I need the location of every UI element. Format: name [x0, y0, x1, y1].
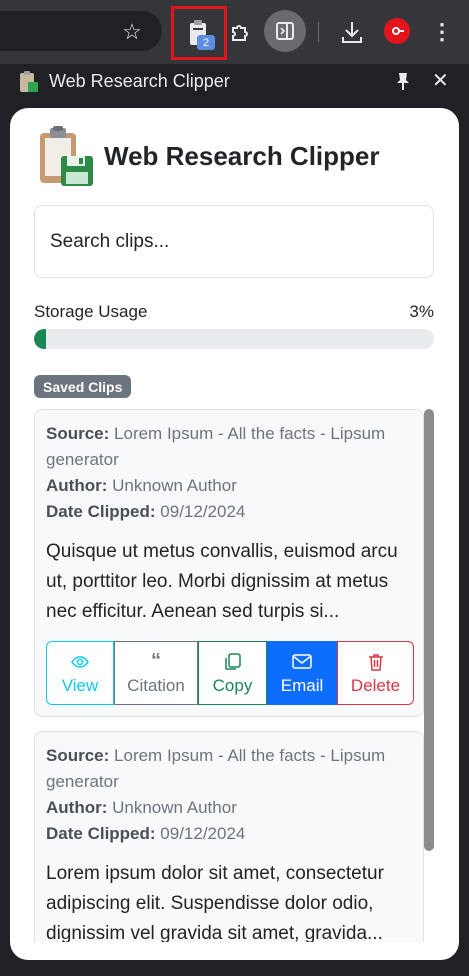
saved-clips-badge: Saved Clips: [34, 375, 132, 398]
source-label: Source:: [46, 424, 110, 443]
profile-avatar-icon[interactable]: [384, 18, 410, 44]
quote-icon: “: [151, 650, 161, 672]
email-label: Email: [280, 675, 324, 695]
view-label: View: [61, 675, 99, 695]
clip-source: Source: Lorem Ipsum - All the facts - Li…: [46, 421, 412, 473]
close-side-panel-icon[interactable]: ✕: [432, 68, 449, 93]
storage-progress-bar: [34, 329, 434, 349]
author-value: Unknown Author: [112, 476, 237, 495]
extension-badge: 2: [197, 35, 215, 50]
more-menu-icon[interactable]: ⋮: [430, 17, 454, 47]
storage-percent: 3%: [409, 302, 434, 321]
clip-date: Date Clipped: 09/12/2024: [46, 821, 412, 847]
toolbar-divider: [318, 22, 319, 42]
storage-label: Storage Usage: [34, 302, 148, 321]
side-panel-toggle-icon[interactable]: [264, 10, 306, 52]
date-label: Date Clipped:: [46, 502, 156, 521]
storage-progress-fill: [34, 329, 46, 349]
delete-button[interactable]: Delete: [337, 641, 414, 705]
citation-button[interactable]: “ Citation: [114, 641, 198, 705]
author-label: Author:: [46, 476, 108, 495]
search-input[interactable]: [34, 205, 434, 278]
copy-label: Copy: [212, 675, 253, 695]
clip-card: Source: Lorem Ipsum - All the facts - Li…: [34, 409, 424, 717]
author-value: Unknown Author: [112, 798, 237, 817]
bookmark-star-icon[interactable]: ☆: [118, 18, 146, 46]
email-button[interactable]: Email: [267, 641, 337, 705]
copy-button[interactable]: Copy: [198, 641, 267, 705]
browser-toolbar: ☆ 2 ⋮: [0, 0, 469, 64]
app-logo-icon: [40, 126, 93, 186]
clip-source: Source: Lorem Ipsum - All the facts - Li…: [46, 743, 412, 795]
date-value: 09/12/2024: [160, 824, 246, 843]
clips-scrollbar[interactable]: [424, 409, 434, 851]
trash-icon: [368, 651, 384, 673]
clip-excerpt: Quisque ut metus convallis, euismod arcu…: [46, 541, 398, 622]
envelope-icon: [292, 651, 312, 673]
delete-label: Delete: [350, 675, 401, 695]
citation-label: Citation: [127, 675, 185, 695]
clip-excerpt: Lorem ipsum dolor sit amet, consectetur …: [46, 863, 384, 942]
author-label: Author:: [46, 798, 108, 817]
pin-icon[interactable]: [392, 70, 414, 92]
extensions-puzzle-icon[interactable]: [226, 17, 256, 47]
web-research-clipper-extension-button[interactable]: 2: [171, 6, 227, 60]
date-label: Date Clipped:: [46, 824, 156, 843]
clip-date: Date Clipped: 09/12/2024: [46, 499, 412, 525]
download-icon[interactable]: [338, 17, 366, 47]
clip-author: Author: Unknown Author: [46, 473, 412, 499]
side-panel-title: Web Research Clipper: [49, 71, 230, 91]
view-button[interactable]: View: [46, 641, 114, 705]
clip-author: Author: Unknown Author: [46, 795, 412, 821]
side-panel-extension-icon: [20, 71, 38, 92]
extension-page: Web Research Clipper Storage Usage 3% Sa…: [10, 108, 459, 960]
clip-card: Source: Lorem Ipsum - All the facts - Li…: [34, 731, 424, 942]
clip-actions: View “ Citation Copy Email Delete: [46, 641, 414, 705]
app-title: Web Research Clipper: [104, 141, 380, 171]
copy-icon: [224, 651, 241, 673]
date-value: 09/12/2024: [160, 502, 246, 521]
source-label: Source:: [46, 746, 110, 765]
eye-icon: [71, 651, 89, 673]
clips-list[interactable]: Source: Lorem Ipsum - All the facts - Li…: [34, 409, 436, 942]
